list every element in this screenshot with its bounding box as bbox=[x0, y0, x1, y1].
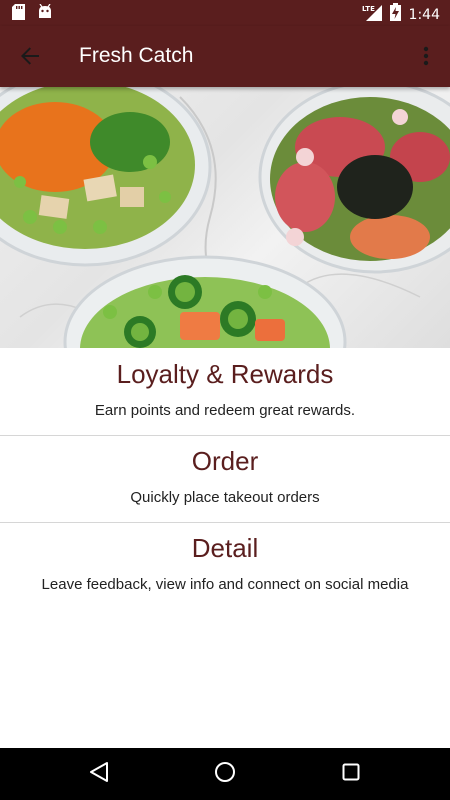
poke-bowls-photo bbox=[0, 87, 450, 348]
app-bar: Fresh Catch bbox=[0, 26, 450, 87]
lte-signal-icon: LTE bbox=[362, 3, 382, 26]
order-section[interactable]: Order Quickly place takeout orders bbox=[0, 436, 450, 522]
sd-card-icon bbox=[12, 4, 25, 25]
detail-title: Detail bbox=[191, 533, 259, 563]
loyalty-rewards-description: Earn points and redeem great rewards. bbox=[94, 402, 356, 419]
hero-image bbox=[0, 87, 450, 348]
back-triangle-icon bbox=[89, 761, 109, 788]
nav-home-button[interactable] bbox=[210, 760, 240, 788]
arrow-back-icon bbox=[20, 46, 40, 71]
home-circle-icon bbox=[214, 761, 236, 788]
back-button[interactable] bbox=[14, 42, 46, 74]
app-title: Fresh Catch bbox=[79, 44, 194, 67]
status-bar: LTE 1:44 bbox=[0, 0, 450, 26]
lte-label: LTE bbox=[362, 5, 375, 13]
nav-recents-button[interactable] bbox=[336, 760, 366, 788]
nav-back-button[interactable] bbox=[84, 760, 114, 788]
loyalty-rewards-title: Loyalty & Rewards bbox=[116, 359, 334, 389]
status-time: 1:44 bbox=[408, 6, 440, 23]
recents-square-icon bbox=[342, 763, 360, 786]
android-debug-icon bbox=[37, 3, 53, 25]
detail-section[interactable]: Detail Leave feedback, view info and con… bbox=[0, 523, 450, 609]
battery-charging-icon bbox=[389, 3, 401, 26]
more-vert-icon bbox=[423, 46, 429, 71]
system-nav-bar bbox=[0, 748, 450, 800]
detail-description: Leave feedback, view info and connect on… bbox=[41, 576, 409, 593]
overflow-menu-button[interactable] bbox=[410, 40, 442, 76]
loyalty-rewards-section[interactable]: Loyalty & Rewards Earn points and redeem… bbox=[0, 350, 450, 435]
order-description: Quickly place takeout orders bbox=[130, 489, 320, 506]
order-title: Order bbox=[191, 446, 259, 476]
